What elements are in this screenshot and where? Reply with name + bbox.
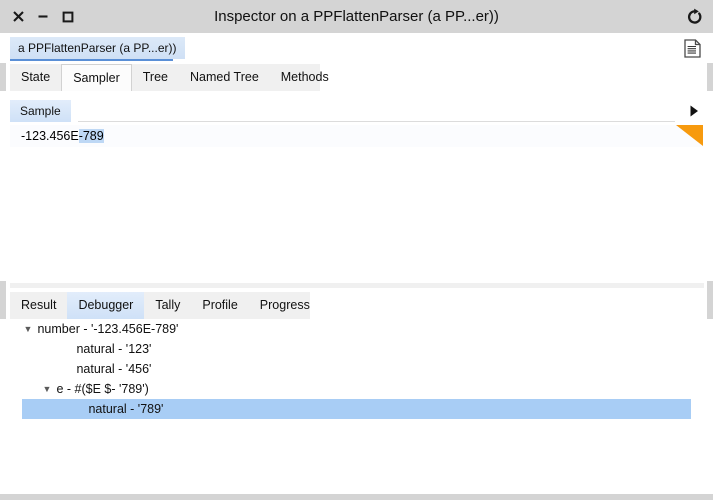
tab-state[interactable]: State (10, 64, 61, 91)
tab-label: Debugger (78, 298, 134, 312)
sample-tab-row: Sample (10, 100, 703, 122)
tab-methods[interactable]: Methods (270, 64, 340, 91)
document-icon[interactable] (684, 39, 701, 58)
top-tabs: State Sampler Tree Named Tree Methods (10, 64, 340, 91)
tab-debugger[interactable]: Debugger (67, 292, 145, 319)
tree-row-label: natural - '456' (73, 362, 152, 376)
bottom-tabs: Result Debugger Tally Profile Progress (10, 292, 321, 319)
tab-sample[interactable]: Sample (10, 100, 71, 122)
tab-label: Tree (142, 70, 168, 84)
tree-row-label: natural - '789' (85, 402, 164, 416)
bottom-tab-bar: Result Debugger Tally Profile Progress (0, 292, 713, 319)
tree-row[interactable]: ▼ natural - '123' (22, 339, 691, 359)
disclosure-triangle-icon[interactable]: ▼ (22, 319, 34, 339)
breadcrumb-underline (10, 59, 173, 61)
tab-sampler[interactable]: Sampler (61, 64, 132, 91)
breadcrumb-item-root[interactable]: a PPFlattenParser (a PP...er)) (10, 37, 185, 59)
tab-progress[interactable]: Progress (249, 292, 321, 319)
tab-label: State (21, 70, 51, 84)
breadcrumb: a PPFlattenParser (a PP...er)) (0, 33, 713, 63)
tree-row[interactable]: ▼ number - '-123.456E-789' (22, 319, 691, 339)
inspector-window: Inspector on a PPFlattenParser (a PP...e… (0, 0, 713, 500)
sample-text-prefix: -123.456E (21, 129, 79, 143)
pane-splitter[interactable] (10, 283, 704, 288)
title-bar: Inspector on a PPFlattenParser (a PP...e… (0, 0, 713, 33)
tab-tree[interactable]: Tree (132, 64, 179, 91)
status-corner-flag (676, 125, 703, 146)
sample-text-selection: -789 (78, 129, 104, 143)
tab-label: Result (21, 298, 57, 312)
tree-row[interactable]: ▼ e - #($E $- '789') (22, 379, 691, 399)
debugger-tree: ▼ number - '-123.456E-789'▼ natural - '1… (0, 319, 713, 494)
tab-label: Profile (202, 298, 238, 312)
top-tab-bar: State Sampler Tree Named Tree Methods (0, 64, 713, 91)
sample-body (10, 147, 703, 281)
sample-tab-rule (78, 121, 675, 122)
tab-result[interactable]: Result (10, 292, 67, 319)
tab-label: Named Tree (189, 70, 259, 84)
tree-indent-spacer: ▼ (61, 339, 73, 359)
tab-label: Progress (259, 298, 310, 312)
tab-label: Tally (155, 298, 181, 312)
tree-row-label: natural - '123' (73, 342, 152, 356)
tab-label: Methods (280, 70, 329, 84)
tree-indent-spacer: ▼ (61, 359, 73, 379)
tree-row-label: number - '-123.456E-789' (34, 322, 179, 336)
tree-indent-spacer: ▼ (73, 399, 85, 419)
tree-row[interactable]: ▼ natural - '456' (22, 359, 691, 379)
tab-named-tree[interactable]: Named Tree (179, 64, 270, 91)
tab-tally[interactable]: Tally (144, 292, 191, 319)
window-title: Inspector on a PPFlattenParser (a PP...e… (214, 8, 499, 25)
tree-row-label: e - #($E $- '789') (53, 382, 149, 396)
tab-profile[interactable]: Profile (191, 292, 248, 319)
sample-pane: Sample -123.456E-789 (0, 91, 713, 281)
refresh-icon[interactable] (685, 8, 703, 26)
tab-label: Sampler (73, 71, 120, 85)
disclosure-triangle-icon[interactable]: ▼ (41, 379, 53, 399)
sample-text-input[interactable]: -123.456E-789 (10, 125, 703, 147)
tree-row[interactable]: ▼ natural - '789' (22, 399, 691, 419)
play-triangle-icon[interactable] (687, 104, 701, 118)
